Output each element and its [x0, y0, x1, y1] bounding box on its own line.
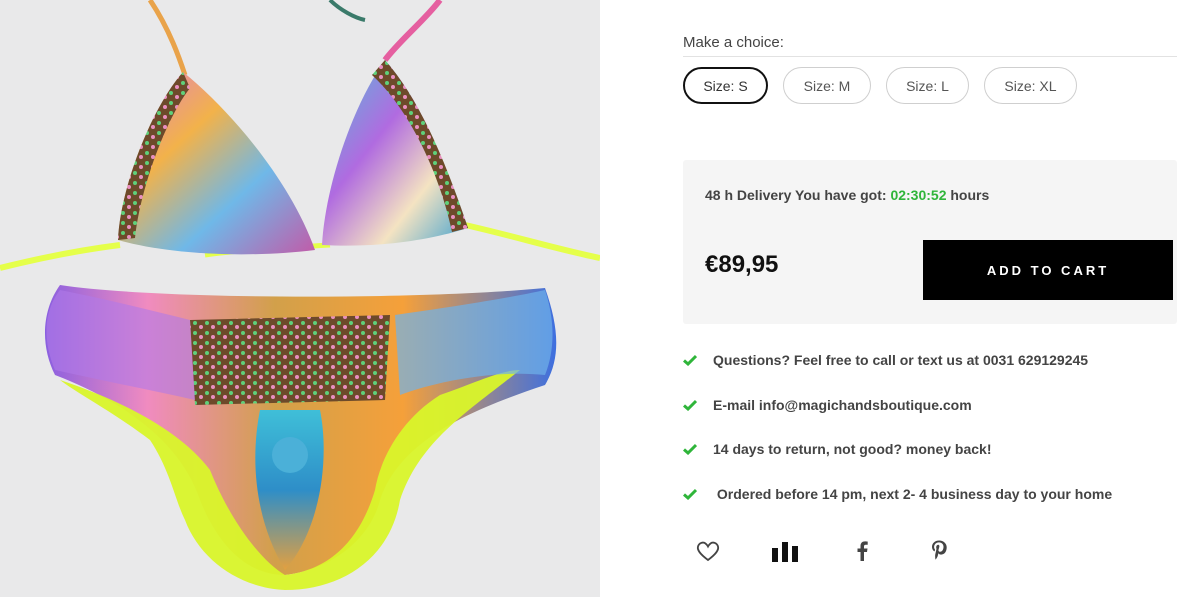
- add-to-cart-button[interactable]: ADD TO CART: [923, 240, 1173, 300]
- variant-choice-label: Make a choice:: [683, 34, 784, 51]
- size-option-s[interactable]: Size: S: [683, 67, 768, 104]
- share-pinterest-button[interactable]: [914, 535, 964, 567]
- delivery-suffix: hours: [950, 187, 990, 203]
- usp-item: Ordered before 14 pm, next 2- 4 business…: [683, 486, 1177, 531]
- facebook-icon: [857, 541, 868, 561]
- usp-item: Questions? Feel free to call or text us …: [683, 352, 1177, 397]
- usp-text: Ordered before 14 pm, next 2- 4 business…: [713, 485, 1113, 502]
- product-details: Make a choice: Size: S Size: M Size: L S…: [683, 0, 1177, 597]
- countdown-timer: 02:30:52: [890, 187, 947, 203]
- check-icon: [683, 488, 697, 500]
- check-icon: [683, 354, 697, 366]
- size-options: Size: S Size: M Size: L Size: XL: [683, 67, 1092, 104]
- usp-text: Questions? Feel free to call or text us …: [713, 352, 1089, 368]
- share-facebook-button[interactable]: [837, 535, 887, 567]
- usp-list: Questions? Feel free to call or text us …: [683, 352, 1177, 530]
- usp-text: 14 days to return, not good? money back!: [713, 441, 992, 457]
- pinterest-icon: [932, 540, 947, 560]
- product-image[interactable]: [0, 0, 600, 597]
- wishlist-button[interactable]: [683, 535, 733, 567]
- divider: [683, 56, 1177, 57]
- check-icon: [683, 443, 697, 455]
- heart-icon: [696, 541, 720, 562]
- check-icon: [683, 399, 697, 411]
- size-option-m[interactable]: Size: M: [783, 67, 871, 104]
- bikini-illustration: [0, 0, 600, 597]
- compare-icon: [772, 542, 798, 562]
- delivery-countdown: 48 h Delivery You have got: 02:30:52 hou…: [705, 187, 989, 203]
- compare-button[interactable]: [760, 535, 810, 567]
- usp-item: 14 days to return, not good? money back!: [683, 441, 1177, 486]
- product-price: €89,95: [705, 251, 779, 278]
- size-option-xl[interactable]: Size: XL: [984, 67, 1077, 104]
- usp-text: E-mail info@magichandsboutique.com: [713, 396, 972, 413]
- delivery-prefix: 48 h Delivery You have got:: [705, 187, 887, 203]
- usp-item: E-mail info@magichandsboutique.com: [683, 397, 1177, 442]
- purchase-panel: 48 h Delivery You have got: 02:30:52 hou…: [683, 160, 1177, 324]
- size-option-l[interactable]: Size: L: [886, 67, 969, 104]
- product-actions: [683, 535, 991, 567]
